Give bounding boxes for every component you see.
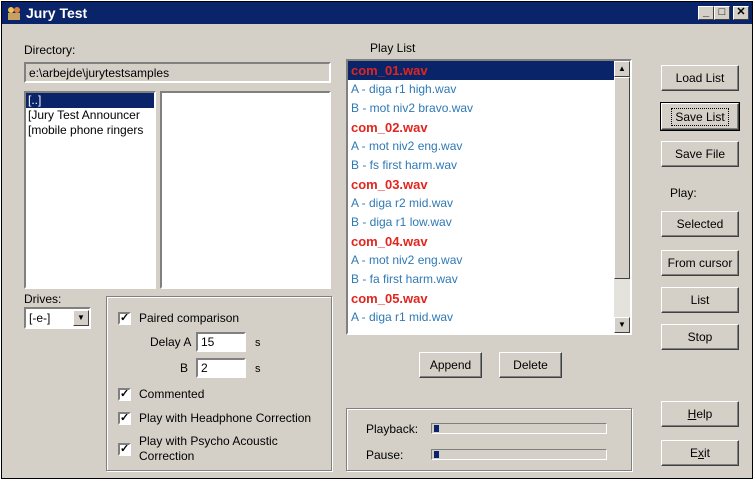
playlist-box[interactable]: com_01.wav A - diga r1 high.wav B - mot ni…	[346, 59, 632, 335]
playlist-item-sample[interactable]: A - mot niv2 eng.wav	[348, 251, 614, 270]
play-list-label: List	[690, 293, 710, 307]
stop-button[interactable]: Stop	[661, 324, 739, 350]
playlist-item-sample[interactable]: B - fa first harm.wav	[348, 270, 614, 289]
delete-button[interactable]: Delete	[499, 352, 562, 378]
directory-path-field: e:\arbejde\jurytestsamples	[24, 62, 331, 83]
delay-b-label: B	[180, 361, 189, 375]
play-selected-button[interactable]: Selected	[661, 211, 739, 237]
delay-a-unit: s	[255, 337, 261, 349]
playlist-scrollbar[interactable]: ▲ ▼	[614, 61, 630, 333]
playlist-item-comment[interactable]: com_03.wav	[348, 175, 614, 194]
playback-progress-fill	[434, 425, 439, 432]
exit-label-prefix: E	[689, 446, 698, 460]
playback-progress	[431, 423, 607, 434]
playlist-label: Play List	[370, 41, 416, 55]
title-bar[interactable]: Jury Test _ □ ✕	[2, 2, 752, 24]
save-list-button[interactable]: Save List	[660, 102, 740, 131]
playlist-item-sample[interactable]: A - diga r1 high.wav	[348, 80, 614, 99]
save-list-label: Save List	[671, 107, 729, 126]
window-title: Jury Test	[26, 5, 88, 21]
commented-checkbox[interactable]: ✓	[118, 388, 131, 401]
folder-item[interactable]: [mobile phone ringers	[26, 123, 154, 138]
playlist-item-comment[interactable]: com_04.wav	[348, 232, 614, 251]
scroll-thumb[interactable]	[614, 77, 630, 279]
drives-select[interactable]: [-e-] ▼	[24, 307, 91, 329]
playlist-item-sample[interactable]: B - fs first harm.wav	[348, 156, 614, 175]
delay-b-input[interactable]: 2	[196, 358, 246, 378]
psycho-acoustic-checkbox[interactable]: ✓	[118, 443, 131, 456]
minimize-icon: _	[702, 6, 710, 18]
delay-a-input[interactable]: 15	[196, 332, 246, 352]
pause-label: Pause:	[366, 448, 404, 462]
maximize-icon: □	[718, 6, 726, 18]
folder-item[interactable]: [Jury Test Announcer	[26, 108, 154, 123]
scroll-down-icon[interactable]: ▼	[614, 317, 630, 333]
help-label-rest: elp	[696, 407, 713, 421]
directory-label: Directory:	[24, 43, 76, 57]
playlist-item-sample[interactable]: A - diga r1 mid.wav	[348, 308, 614, 327]
delete-label: Delete	[513, 358, 548, 372]
playlist-item-comment[interactable]: com_05.wav	[348, 289, 614, 308]
play-list-button[interactable]: List	[661, 287, 739, 313]
directory-path: e:\arbejde\jurytestsamples	[29, 66, 170, 80]
drives-label: Drives:	[24, 292, 62, 306]
delay-a-label: Delay A	[150, 335, 192, 349]
minimize-button[interactable]: _	[698, 6, 714, 20]
app-icon	[8, 7, 20, 20]
folder-item[interactable]: [..]	[26, 93, 154, 108]
play-from-cursor-button[interactable]: From cursor	[661, 250, 739, 276]
play-selected-label: Selected	[676, 217, 724, 231]
playlist-item-sample[interactable]: A - diga r2 mid.wav	[348, 194, 614, 213]
playlist-item-sample[interactable]: B - mot niv2 bravo.wav	[348, 99, 614, 118]
help-label: Help	[688, 407, 713, 421]
exit-button[interactable]: Exit	[661, 440, 739, 466]
playlist-item-sample[interactable]: B - diga r1 low.wav	[348, 213, 614, 232]
maximize-button[interactable]: □	[714, 6, 730, 20]
playlist-item-comment[interactable]: com_02.wav	[348, 118, 614, 137]
psycho-acoustic-label-line1: Play with Psycho Acoustic	[139, 434, 278, 448]
psycho-acoustic-label-line2: Correction	[139, 449, 195, 463]
load-list-label: Load List	[675, 71, 725, 85]
headphone-correction-checkbox[interactable]: ✓	[118, 412, 131, 425]
load-list-button[interactable]: Load List	[661, 65, 739, 91]
scroll-up-icon[interactable]: ▲	[614, 61, 630, 77]
headphone-correction-label: Play with Headphone Correction	[139, 411, 312, 425]
help-button[interactable]: Help	[661, 401, 739, 427]
delay-b-unit: s	[255, 363, 261, 375]
exit-label-rest: it	[704, 446, 710, 460]
stop-label: Stop	[687, 330, 713, 344]
paired-comparison-checkbox[interactable]: ✓	[118, 312, 131, 325]
delay-a-value: 15	[201, 335, 215, 349]
close-button[interactable]: ✕	[733, 6, 749, 20]
playback-label: Playback:	[366, 422, 419, 436]
commented-label: Commented	[139, 387, 205, 401]
exit-label: Exit	[690, 446, 710, 460]
pause-progress-fill	[434, 451, 439, 458]
jury-test-window: Jury Test _ □ ✕ Directory: e:\arbejde\ju…	[1, 1, 753, 479]
drives-value: [-e-]	[29, 311, 51, 325]
play-label: Play:	[670, 186, 697, 200]
folder-list[interactable]: [..] [Jury Test Announcer [mobile phone ri…	[24, 91, 156, 289]
file-list[interactable]	[160, 91, 331, 289]
paired-comparison-label: Paired comparison	[139, 311, 240, 325]
append-label: Append	[429, 358, 472, 372]
play-from-cursor-label: From cursor	[667, 256, 733, 270]
chevron-down-icon[interactable]: ▼	[73, 310, 89, 326]
playlist-item-comment[interactable]: com_01.wav	[348, 61, 614, 80]
save-file-button[interactable]: Save File	[661, 141, 739, 167]
pause-progress	[431, 449, 607, 460]
save-file-label: Save File	[674, 147, 726, 161]
append-button[interactable]: Append	[419, 352, 482, 378]
playlist-item-sample[interactable]: A - mot niv2 eng.wav	[348, 137, 614, 156]
delay-b-value: 2	[201, 361, 208, 375]
close-icon: ✕	[736, 6, 746, 18]
